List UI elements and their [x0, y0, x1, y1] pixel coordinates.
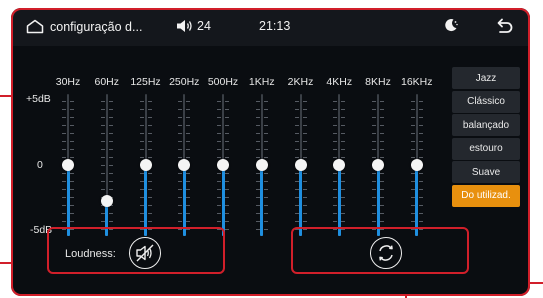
volume-value: 24 — [197, 19, 211, 33]
preset-list: Jazz Clássico balançado estouro Suave Do util… — [452, 67, 520, 209]
band-freq-label: 1KHz — [248, 76, 275, 88]
loudness-toggle-button[interactable] — [129, 237, 161, 269]
night-mode-button[interactable] — [443, 17, 459, 33]
reset-icon — [379, 245, 393, 261]
band-slider[interactable] — [372, 94, 384, 236]
slider-knob[interactable] — [255, 159, 268, 171]
preset-button[interactable]: Do utilizad. — [452, 184, 520, 207]
band-slider[interactable] — [255, 94, 268, 236]
loudness-label: Loudness: — [65, 248, 116, 260]
slider-knob[interactable] — [217, 159, 229, 171]
slider-knob[interactable] — [100, 194, 113, 207]
volume-indicator[interactable]: 24 — [176, 19, 211, 33]
band-freq-label: 16KHz — [400, 76, 433, 88]
slider-fill — [182, 165, 186, 236]
band-freq-label: 250Hz — [169, 76, 200, 88]
band-slider[interactable] — [410, 94, 423, 236]
band-slider[interactable] — [294, 94, 307, 236]
band-freq-label: 4KHz — [326, 76, 353, 88]
slider-knob[interactable] — [62, 159, 74, 171]
home-button[interactable]: configuração d... — [26, 19, 142, 34]
night-mode-icon — [445, 19, 458, 32]
page-title: configuração d... — [50, 19, 143, 34]
slider-knob[interactable] — [410, 159, 423, 171]
band-slider[interactable] — [178, 94, 191, 236]
preset-button[interactable]: Jazz — [452, 67, 520, 89]
preset-button[interactable]: estouro — [452, 137, 520, 160]
equalizer-panel: +5dB 0 -5dB 30Hz 60Hz 125Hz 250Hz 500Hz 1KHz 2… — [11, 46, 443, 241]
slider-fill — [144, 165, 147, 236]
home-icon — [26, 19, 44, 34]
preset-button[interactable]: balançado — [452, 114, 520, 137]
back-button[interactable] — [496, 17, 514, 35]
reset-button[interactable] — [370, 237, 402, 269]
speaker-icon — [177, 20, 192, 32]
band-freq-label: 30Hz — [55, 76, 81, 88]
slider-fill — [66, 165, 70, 236]
db-label-mid: 0 — [37, 159, 43, 171]
back-arrow-icon — [497, 18, 513, 33]
slider-knob[interactable] — [294, 159, 307, 171]
band-freq-label: 60Hz — [94, 76, 119, 88]
slider-fill — [299, 165, 302, 236]
callout-line-right — [528, 282, 543, 284]
slider-fill — [260, 165, 264, 236]
status-bar: configuração d... 24 21:13 — [11, 8, 530, 46]
band-slider[interactable] — [217, 94, 229, 236]
slider-fill — [337, 165, 341, 236]
slider-knob[interactable] — [372, 159, 384, 171]
preset-button[interactable]: Clássico — [452, 90, 520, 113]
band-slider[interactable] — [62, 94, 74, 236]
clock: 21:13 — [259, 19, 291, 33]
slider-fill — [221, 165, 225, 236]
band-slider[interactable] — [100, 94, 113, 236]
slider-knob[interactable] — [139, 159, 152, 171]
band-freq-label: 8KHz — [365, 76, 391, 88]
preset-button[interactable]: Suave — [452, 161, 520, 184]
slider-fill — [415, 165, 419, 236]
band-slider[interactable] — [333, 94, 346, 236]
db-label-top: +5dB — [26, 93, 51, 105]
slider-fill — [376, 165, 380, 236]
band-freq-label: 125Hz — [130, 76, 161, 88]
band-freq-label: 2KHz — [287, 76, 314, 88]
band-freq-label: 500Hz — [207, 76, 239, 88]
band-slider[interactable] — [139, 94, 152, 236]
speaker-muted-icon — [136, 244, 154, 262]
